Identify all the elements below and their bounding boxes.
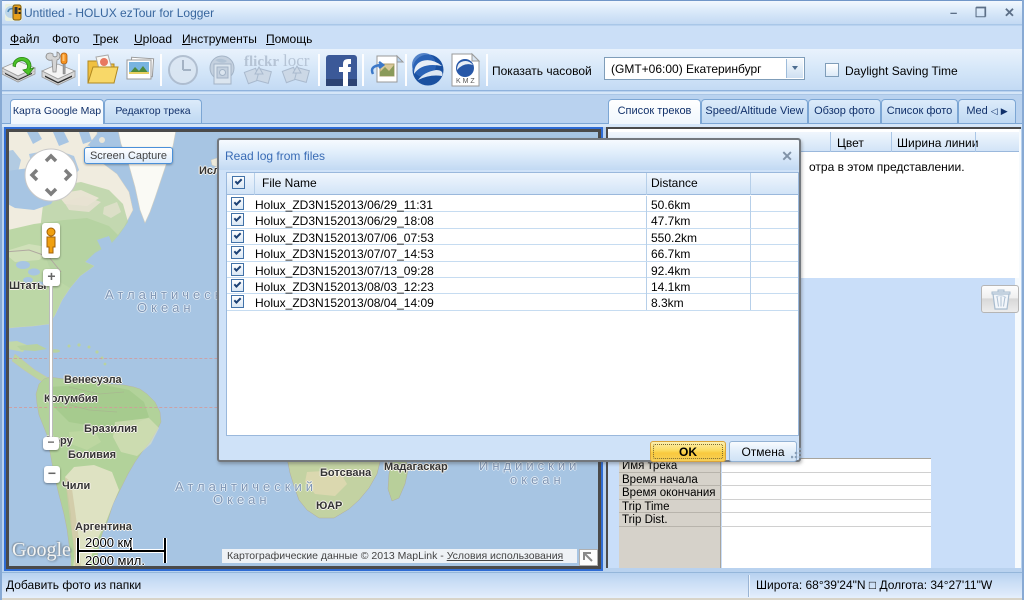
svg-text:flickr: flickr [244, 54, 279, 70]
svg-text:K M Z: K M Z [456, 78, 475, 85]
